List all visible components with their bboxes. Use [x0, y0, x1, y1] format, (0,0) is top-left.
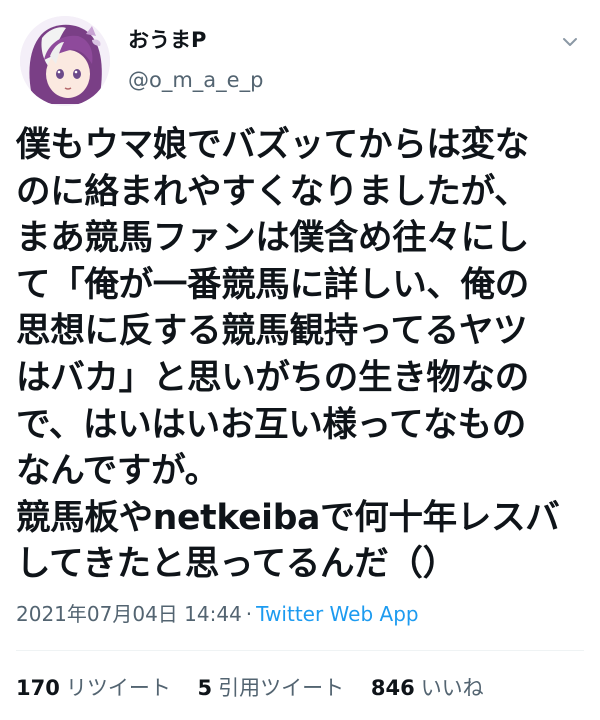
retweet-count: 170	[16, 676, 60, 700]
source-app-link[interactable]: Twitter Web App	[256, 602, 418, 626]
like-label: いいね	[420, 676, 484, 700]
likes-stat[interactable]: 846 いいね	[371, 672, 484, 702]
meta-separator: ·	[245, 602, 253, 626]
engagement-stats: 170 リツイート 5 引用ツイート 846 いいね	[16, 672, 504, 702]
like-count: 846	[370, 676, 415, 700]
quote-label: 引用ツイート	[218, 676, 345, 700]
timestamp[interactable]: 2021年07月04日 14:44	[16, 602, 242, 626]
tweet-text-line: 競馬板やnetkeibaで何十年レスバ	[16, 497, 560, 538]
avatar[interactable]	[20, 16, 110, 106]
user-handle[interactable]: @o_m_a_e_p	[128, 68, 263, 92]
tweet-card: おうまP @o_m_a_e_p 僕もウマ娘でバズッてからは変な のに絡まれやすく…	[0, 0, 600, 720]
tweet-meta: 2021年07月04日 14:44 · Twitter Web App	[16, 598, 419, 627]
tweet-text: 僕もウマ娘でバズッてからは変な のに絡まれやすくなりましたが、 まあ競馬ファンは…	[16, 122, 584, 588]
tweet-text-line: 思想に反する競馬観持ってるヤツ	[16, 311, 528, 352]
tweet-text-line: してきたと思ってるんだ（）	[16, 544, 457, 585]
retweets-stat[interactable]: 170 リツイート	[16, 672, 171, 702]
tweet-menu-button[interactable]	[556, 28, 584, 56]
display-name[interactable]: おうまP	[128, 24, 206, 54]
tweet-text-line: て「俺が一番競馬に詳しい、俺の	[16, 264, 529, 305]
quote-count: 5	[197, 676, 213, 700]
retweet-label: リツイート	[65, 676, 171, 700]
tweet-text-line: なんですが。	[16, 451, 219, 492]
chevron-down-icon	[563, 38, 577, 46]
divider	[16, 650, 584, 651]
tweet-text-line: まあ競馬ファンは僕含め往々にし	[16, 218, 529, 259]
quote-tweets-stat[interactable]: 5 引用ツイート	[198, 672, 345, 702]
tweet-text-line: のに絡まれやすくなりましたが、	[16, 171, 529, 212]
anime-character-avatar-icon	[20, 16, 110, 106]
tweet-text-line: で、はいはいお互い様ってなもの	[16, 404, 526, 445]
tweet-text-line: 僕もウマ娘でバズッてからは変な	[16, 125, 529, 165]
tweet-text-line: はバカ」と思いがちの生き物なの	[16, 357, 529, 398]
